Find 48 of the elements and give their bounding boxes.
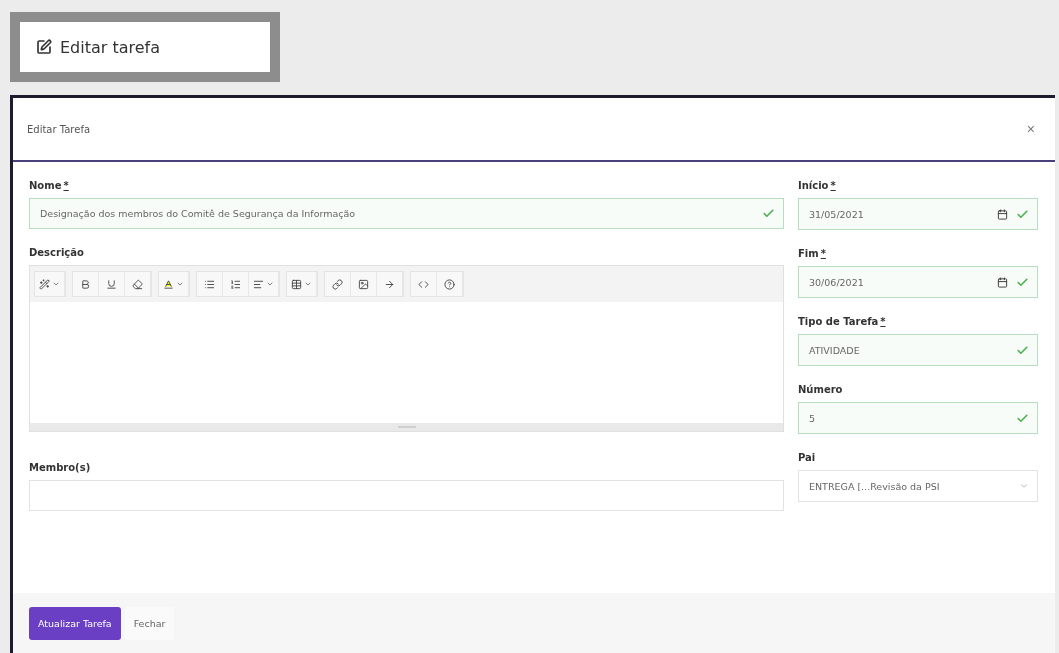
magic-wand-icon [39, 278, 50, 290]
field-label: Nome * [29, 180, 70, 191]
select-field[interactable]: ENTREGA [...Revisão da PSI [798, 470, 1038, 502]
calendar-icon[interactable] [997, 276, 1008, 288]
field-label: Número [798, 384, 844, 395]
field-label: Início * [798, 180, 837, 191]
caret-icon [176, 280, 184, 288]
bold-icon [80, 278, 91, 290]
close-button[interactable]: Fechar [124, 606, 175, 640]
date-field[interactable]: 31/05/2021 [798, 198, 1038, 230]
caret-icon [266, 280, 274, 288]
field-label: Descrição [29, 247, 85, 258]
arrow-icon [384, 278, 395, 290]
input-field[interactable]: Designação dos membros do Comitê de Segurança da Informação [29, 198, 784, 229]
field-value: 31/05/2021 [809, 208, 865, 220]
numbered-list-icon [230, 278, 241, 290]
help-icon [444, 278, 455, 290]
field-label: Membro(s) [29, 462, 92, 473]
field-value: 30/06/2021 [809, 276, 865, 288]
field-label: Fim * [798, 248, 827, 259]
link-icon [332, 278, 343, 290]
caret-icon [304, 280, 312, 288]
eraser-icon [132, 278, 143, 290]
close-button[interactable]: × [1022, 121, 1039, 137]
caret-icon [1019, 481, 1029, 491]
edit-icon [36, 39, 52, 55]
field-label: Tipo de Tarefa * [798, 316, 887, 327]
calendar-icon[interactable] [997, 208, 1008, 220]
dialog-title: Editar Tarefa [27, 123, 91, 135]
page-heading: Editar tarefa [60, 37, 161, 57]
update-button[interactable]: Atualizar Tarefa [29, 606, 121, 640]
field-value: ENTREGA [...Revisão da PSI [809, 480, 941, 492]
highlight-icon [163, 278, 174, 290]
input-field[interactable] [29, 480, 784, 511]
caret-icon [52, 280, 60, 288]
field-value: 5 [809, 412, 817, 424]
field-label: Pai [798, 452, 817, 463]
underline-icon [106, 278, 117, 290]
input-field[interactable]: 5 [798, 402, 1038, 434]
bullet-list-icon [204, 278, 215, 290]
code-icon [418, 278, 429, 290]
image-icon [358, 278, 369, 290]
table-icon [291, 278, 302, 290]
select-field[interactable]: ATIVIDADE [798, 334, 1038, 366]
date-field[interactable]: 30/06/2021 [798, 266, 1038, 298]
field-value: ATIVIDADE [809, 344, 861, 356]
field-value: Designação dos membros do Comitê de Segurança da Informação [40, 208, 357, 219]
align-icon [253, 278, 264, 290]
